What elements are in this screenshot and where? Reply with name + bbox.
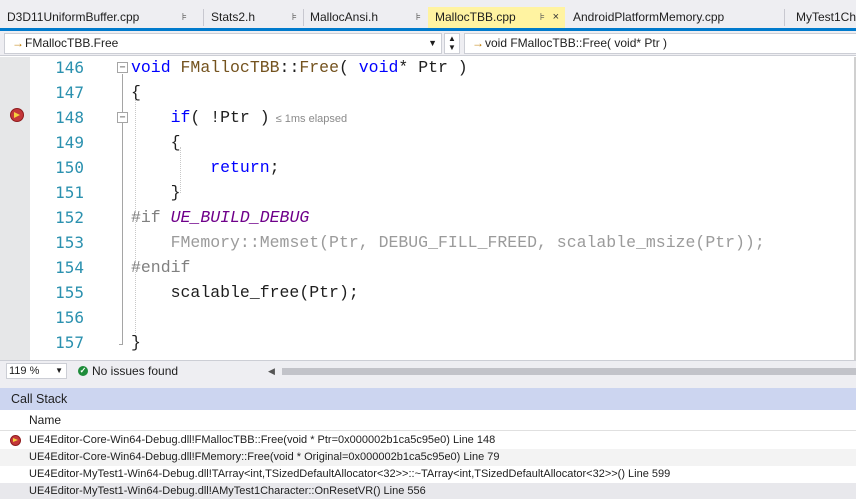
line-number: 148 [55, 108, 84, 127]
scope-dropdown[interactable]: →FMallocTBB.Free ▼ [4, 33, 442, 54]
code-text: void FMallocTBB::Free( void* Ptr ) [131, 58, 468, 77]
code-line-153: 153 FMemory::Memset(Ptr, DEBUG_FILL_FREE… [0, 230, 856, 255]
member-label: void FMallocTBB::Free( void* Ptr ) [485, 36, 668, 50]
code-line-156: 156 [0, 305, 856, 330]
line-number: 149 [55, 133, 84, 152]
issues-indicator[interactable]: ✓ No issues found [78, 363, 179, 379]
tab-label: AndroidPlatformMemory.cpp [573, 10, 725, 24]
line-number: 150 [55, 158, 84, 177]
pin-icon[interactable]: ⊧ [416, 7, 421, 28]
code-text: } [170, 183, 181, 202]
chevron-down-icon: ▼ [428, 38, 437, 48]
code-text: #endif [131, 258, 191, 277]
code-line-157: 157 } [0, 330, 856, 355]
code-text: { [131, 83, 141, 102]
line-number: 154 [55, 258, 84, 277]
scope-label: FMallocTBB.Free [25, 36, 119, 50]
tab-androidplatformmemory[interactable]: AndroidPlatformMemory.cpp [566, 7, 784, 28]
line-number: 152 [55, 208, 84, 227]
call-stack-row[interactable]: UE4Editor-Core-Win64-Debug.dll!FMemory::… [0, 449, 856, 466]
tab-label: D3D11UniformBuffer.cpp [7, 10, 140, 24]
frame-text: UE4Editor-MyTest1-Win64-Debug.dll!TArray… [29, 468, 671, 480]
frame-text: UE4Editor-Core-Win64-Debug.dll!FMallocTB… [29, 434, 496, 446]
code-text: FMemory::Memset(Ptr, DEBUG_FILL_FREED, s… [170, 233, 765, 252]
tab-separator [784, 9, 785, 26]
code-line-154: 154 #endif [0, 255, 856, 280]
editor-status-bar: 119 % ▼ ✓ No issues found ◀ [0, 360, 856, 380]
code-text: { [170, 133, 181, 152]
tab-mallocansi[interactable]: MallocAnsi.h ⊧ [303, 7, 427, 28]
line-number: 151 [55, 183, 84, 202]
tab-malloctbb[interactable]: MallocTBB.cpp ⊧ × [428, 7, 565, 28]
panel-splitter[interactable] [0, 380, 856, 388]
code-line-148: 148 if( !Ptr ) ≤ 1ms elapsed [0, 105, 856, 130]
arrow-right-icon: → [472, 36, 484, 50]
code-line-151: 151 } [0, 180, 856, 205]
code-text: return; [210, 158, 280, 177]
pin-icon[interactable]: ⊧ [182, 7, 187, 28]
code-text: } [131, 333, 141, 352]
line-number: 153 [55, 233, 84, 252]
call-stack-row[interactable]: UE4Editor-MyTest1-Win64-Debug.dll!TArray… [0, 466, 856, 483]
scroll-left-icon[interactable]: ◀ [268, 365, 275, 377]
pin-icon[interactable]: ⊧ [292, 7, 297, 28]
scrollbar-thumb[interactable] [282, 368, 856, 375]
code-line-152: 152 #if UE_BUILD_DEBUG [0, 205, 856, 230]
tab-label: MallocAnsi.h [310, 10, 379, 24]
current-frame-icon [10, 435, 21, 446]
line-number: 156 [55, 308, 84, 327]
zoom-dropdown[interactable]: 119 % ▼ [6, 363, 67, 379]
code-editor[interactable]: − − 146 void FMallocTBB::Free( void* Ptr… [0, 57, 856, 360]
code-line-147: 147 { [0, 80, 856, 105]
line-number: 155 [55, 283, 84, 302]
horizontal-scrollbar[interactable]: ◀ [268, 365, 856, 377]
code-text: if( !Ptr ) ≤ 1ms elapsed [170, 108, 348, 127]
call-stack-panel: Name UE4Editor-Core-Win64-Debug.dll!FMal… [0, 410, 856, 499]
check-circle-icon: ✓ [78, 366, 88, 376]
navigation-bar: →FMallocTBB.Free ▼ ▲ ▼ →void FMallocTBB:… [0, 31, 856, 56]
chevron-down-icon: ▼ [55, 366, 63, 375]
call-stack-row[interactable]: UE4Editor-Core-Win64-Debug.dll!FMallocTB… [0, 432, 856, 449]
call-stack-row[interactable]: UE4Editor-MyTest1-Win64-Debug.dll!AMyTes… [0, 483, 856, 499]
line-number: 157 [55, 333, 84, 352]
close-icon[interactable]: × [553, 7, 559, 28]
frame-text: UE4Editor-MyTest1-Win64-Debug.dll!AMyTes… [29, 485, 426, 497]
chevron-up-icon[interactable]: ▲ [445, 34, 459, 43]
code-line-146: 146 void FMallocTBB::Free( void* Ptr ) [0, 57, 856, 80]
line-number: 147 [55, 83, 84, 102]
line-number: 146 [55, 58, 84, 77]
tab-mytest1character[interactable]: MyTest1Ch [789, 7, 856, 28]
perf-tip[interactable]: ≤ 1ms elapsed [276, 113, 347, 125]
tab-d3d11uniformbuffer[interactable]: D3D11UniformBuffer.cpp ⊧ [0, 7, 193, 28]
code-text: #if UE_BUILD_DEBUG [131, 208, 310, 227]
call-stack-title[interactable]: Call Stack [0, 388, 856, 410]
code-line-155: 155 scalable_free(Ptr); [0, 280, 856, 305]
zoom-value: 119 % [9, 365, 40, 377]
column-header-name[interactable]: Name [0, 410, 856, 431]
tab-label: MallocTBB.cpp [435, 10, 516, 24]
member-dropdown[interactable]: →void FMallocTBB::Free( void* Ptr ) [464, 33, 856, 54]
pin-icon[interactable]: ⊧ [540, 7, 545, 28]
document-tab-strip: D3D11UniformBuffer.cpp ⊧ Stats2.h ⊧ Mall… [0, 0, 856, 31]
frame-text: UE4Editor-Core-Win64-Debug.dll!FMemory::… [29, 451, 500, 463]
chevron-down-icon[interactable]: ▼ [445, 43, 459, 52]
tab-stats2[interactable]: Stats2.h ⊧ [204, 7, 303, 28]
tab-label: Stats2.h [211, 10, 256, 24]
code-text: scalable_free(Ptr); [170, 283, 359, 302]
navigation-spinner[interactable]: ▲ ▼ [444, 33, 460, 54]
issues-label: No issues found [92, 364, 179, 378]
arrow-right-icon: → [12, 36, 24, 50]
tab-label: MyTest1Ch [796, 10, 856, 24]
code-line-150: 150 return; [0, 155, 856, 180]
code-line-149: 149 { [0, 130, 856, 155]
